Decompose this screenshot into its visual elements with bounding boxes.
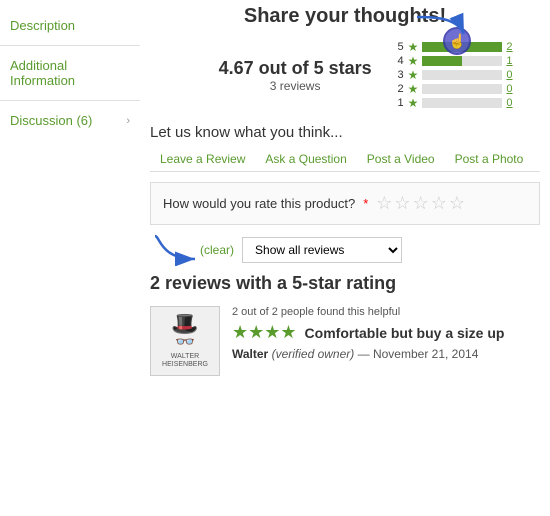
bar-fill-4 [422, 56, 462, 66]
star-icon-1: ★ [408, 96, 419, 110]
rating-summary: 4.67 out of 5 stars 3 reviews [219, 58, 372, 93]
bar-track-4 [422, 56, 502, 66]
bar-label-4: 4 [392, 55, 404, 67]
star-bars: 5 ★ 2 4 ★ 1 3 ★ [392, 40, 519, 110]
reviewer-info: Walter (verified owner) — November 21, 2… [232, 347, 540, 361]
bar-track-1 [422, 98, 502, 108]
avatar-label: WALTERHEISENBERG [162, 353, 208, 370]
review-date: — November 21, 2014 [358, 347, 479, 361]
star-bar-row-3: 3 ★ 0 [392, 68, 519, 82]
star-bar-row-4[interactable]: 4 ★ 1 [392, 54, 519, 68]
main-content: Share your thoughts! 4.67 out of 5 stars… [150, 0, 550, 386]
review-title: Comfortable but buy a size up [305, 325, 505, 341]
star-5-empty[interactable]: ☆ [449, 193, 465, 214]
blue-arrow-star [412, 12, 472, 45]
star-icon-3: ★ [408, 68, 419, 82]
review-item: 🎩 👓 WALTERHEISENBERG 2 out of 2 people f… [150, 306, 540, 376]
bar-label-1: 1 [392, 97, 404, 109]
star-4-empty[interactable]: ☆ [431, 193, 447, 214]
star-bar-row-1: 1 ★ 0 [392, 96, 519, 110]
sidebar-item-description-label: Description [10, 18, 75, 33]
bar-label-2: 2 [392, 83, 404, 95]
filter-section: (clear) Show all reviews 5 stars 4 stars… [150, 237, 540, 263]
bar-track-2 [422, 84, 502, 94]
five-star-heading: 2 reviews with a 5-star rating [150, 273, 540, 294]
avatar-glasses-icon: 👓 [175, 335, 195, 351]
star-icon-4: ★ [408, 54, 419, 68]
review-stars: ★★★★ [232, 322, 297, 343]
tab-post-video[interactable]: Post a Video [357, 147, 445, 171]
sidebar-divider-2 [0, 100, 140, 101]
tab-ask-question[interactable]: Ask a Question [255, 147, 356, 171]
sidebar-item-discussion-label: Discussion (6) [10, 113, 92, 128]
tab-post-photo[interactable]: Post a Photo [445, 147, 534, 171]
required-marker: * [363, 196, 368, 211]
bar-label-3: 3 [392, 69, 404, 81]
share-header: Share your thoughts! [150, 5, 540, 28]
chevron-right-icon: › [126, 115, 130, 127]
blue-arrow-filter [150, 231, 205, 269]
review-form-box: How would you rate this product? * ☆ ☆ ☆… [150, 182, 540, 225]
reviewer-name: Walter [232, 347, 268, 361]
tab-leave-review[interactable]: Leave a Review [150, 147, 255, 171]
star-bars-container: 5 ★ 2 4 ★ 1 3 ★ [392, 40, 519, 110]
sidebar-item-additional-info[interactable]: Additional Information [0, 50, 140, 96]
filter-select[interactable]: Show all reviews 5 stars 4 stars 3 stars… [242, 237, 402, 263]
sidebar-divider-1 [0, 45, 140, 46]
avatar-hat-icon: 🎩 [171, 313, 198, 335]
bar-count-1: 0 [506, 97, 518, 109]
review-stars-title: ★★★★ Comfortable but buy a size up [232, 322, 540, 343]
average-rating: 4.67 out of 5 stars [219, 58, 372, 79]
rating-section: 4.67 out of 5 stars 3 reviews [150, 40, 540, 110]
star-2-empty[interactable]: ☆ [394, 193, 410, 214]
filter-clear-button[interactable]: (clear) [200, 243, 234, 257]
sidebar-item-description[interactable]: Description [0, 10, 140, 41]
let-us-know-heading: Let us know what you think... [150, 124, 540, 141]
bar-label-5: 5 [392, 41, 404, 53]
rating-prompt-text: How would you rate this product? [163, 196, 355, 211]
rating-prompt-row: How would you rate this product? * ☆ ☆ ☆… [163, 193, 527, 214]
sidebar: Description Additional Information Discu… [0, 0, 140, 146]
verified-label: (verified owner) [272, 347, 355, 361]
reviewer-avatar: 🎩 👓 WALTERHEISENBERG [150, 306, 220, 376]
star-bar-row-2: 2 ★ 0 [392, 82, 519, 96]
review-body: 2 out of 2 people found this helpful ★★★… [232, 306, 540, 361]
bar-count-5[interactable]: 2 [506, 41, 518, 53]
star-icon-2: ★ [408, 82, 419, 96]
star-3-empty[interactable]: ☆ [413, 193, 429, 214]
reviews-count: 3 reviews [219, 79, 372, 93]
sidebar-item-discussion[interactable]: Discussion (6) › [0, 105, 140, 136]
helpful-text: 2 out of 2 people found this helpful [232, 306, 540, 318]
star-1-empty[interactable]: ☆ [376, 193, 392, 214]
bar-count-4[interactable]: 1 [506, 55, 518, 67]
sidebar-item-additional-info-label: Additional Information [10, 58, 130, 88]
bar-count-2: 0 [506, 83, 518, 95]
review-tabs: Leave a Review Ask a Question Post a Vid… [150, 147, 540, 172]
star-rating-input[interactable]: ☆ ☆ ☆ ☆ ☆ [376, 193, 465, 214]
bar-track-3 [422, 70, 502, 80]
bar-count-3: 0 [506, 69, 518, 81]
